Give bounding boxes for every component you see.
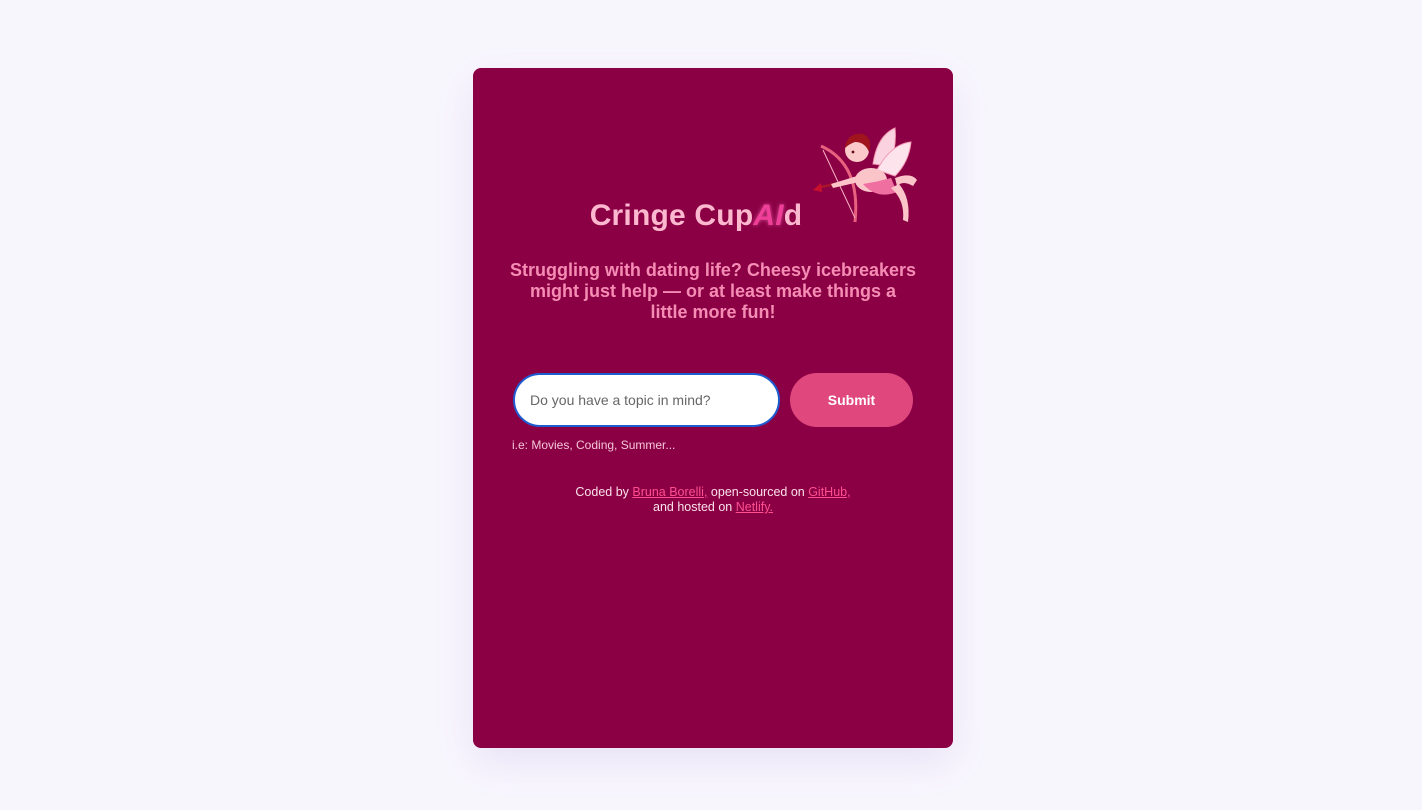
github-link[interactable]: GitHub,	[808, 485, 850, 499]
credits-hosted-on: and hosted on	[653, 500, 736, 514]
tagline: Struggling with dating life? Cheesy iceb…	[509, 260, 917, 322]
title-prefix: Cringe Cup	[589, 199, 754, 232]
credits: Coded by Bruna Borelli, open-sourced on …	[473, 485, 953, 515]
title-ai-accent: AI	[753, 199, 784, 232]
credits-coded-by: Coded by	[575, 485, 633, 499]
netlify-link[interactable]: Netlify.	[736, 500, 773, 514]
author-link[interactable]: Bruna Borelli,	[632, 485, 707, 499]
topic-input[interactable]	[513, 373, 780, 427]
topic-hint: i.e: Movies, Coding, Summer...	[512, 438, 676, 452]
submit-button[interactable]: Submit	[790, 373, 913, 427]
main-card: Cringe CupAId Struggling with dating lif…	[473, 68, 953, 748]
credits-open-sourced: open-sourced on	[707, 485, 809, 499]
title-suffix: d	[783, 199, 803, 232]
app-title: Cringe CupAId	[473, 199, 919, 233]
